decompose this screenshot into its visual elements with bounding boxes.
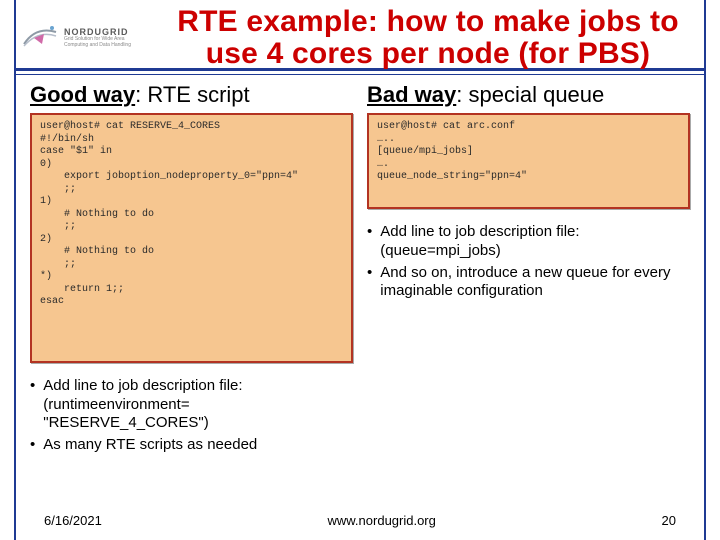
columns: Good way: RTE script user@host# cat RESE…: [30, 82, 690, 494]
title-line-1: RTE example: how to make jobs to: [177, 5, 679, 38]
footer-date: 6/16/2021: [44, 513, 102, 528]
logo-swoosh-icon: [22, 20, 58, 56]
footer-page: 20: [662, 513, 676, 528]
footer-url: www.nordugrid.org: [327, 513, 435, 528]
slide: NORDUGRID Grid Solution for Wide Area Co…: [0, 0, 720, 540]
bullet-text: As many RTE scripts as needed: [43, 436, 353, 454]
column-bad: Bad way: special queue user@host# cat ar…: [367, 82, 690, 494]
bullet-text: And so on, introduce a new queue for eve…: [380, 264, 690, 301]
logo: NORDUGRID Grid Solution for Wide Area Co…: [22, 12, 150, 64]
slide-title: RTE example: how to make jobs to use 4 c…: [160, 6, 696, 69]
frame-line-right: [704, 0, 706, 540]
logo-tagline: Grid Solution for Wide Area Computing an…: [64, 37, 150, 48]
bullets-good: • Add line to job description file: (run…: [30, 377, 353, 458]
bullet-text: Add line to job description file: (runti…: [43, 377, 353, 432]
heading-bad: Bad way: special queue: [367, 82, 690, 107]
heading-bad-rest: : special queue: [456, 82, 604, 107]
code-bad: user@host# cat arc.conf ….. [queue/mpi_j…: [367, 113, 690, 209]
bullet-text: Add line to job description file: (queue…: [380, 223, 690, 260]
list-item: • And so on, introduce a new queue for e…: [367, 264, 690, 301]
list-item: • Add line to job description file: (que…: [367, 223, 690, 260]
heading-good-underline: Good way: [30, 82, 135, 107]
heading-good: Good way: RTE script: [30, 82, 353, 107]
bullet-icon: •: [30, 436, 35, 454]
heading-good-rest: : RTE script: [135, 82, 250, 107]
code-good: user@host# cat RESERVE_4_CORES #!/bin/sh…: [30, 113, 353, 363]
column-good: Good way: RTE script user@host# cat RESE…: [30, 82, 353, 494]
bullets-bad: • Add line to job description file: (que…: [367, 223, 690, 304]
heading-bad-underline: Bad way: [367, 82, 456, 107]
bullet-icon: •: [367, 264, 372, 301]
list-item: • Add line to job description file: (run…: [30, 377, 353, 432]
footer: 6/16/2021 www.nordugrid.org 20: [44, 513, 676, 528]
title-line-2: use 4 cores per node (for PBS): [206, 37, 650, 70]
frame-line-left: [14, 0, 16, 540]
bullet-icon: •: [367, 223, 372, 260]
logo-text-block: NORDUGRID Grid Solution for Wide Area Co…: [64, 28, 150, 48]
list-item: • As many RTE scripts as needed: [30, 436, 353, 454]
bullet-icon: •: [30, 377, 35, 432]
frame-line-top-thin: [14, 74, 706, 75]
